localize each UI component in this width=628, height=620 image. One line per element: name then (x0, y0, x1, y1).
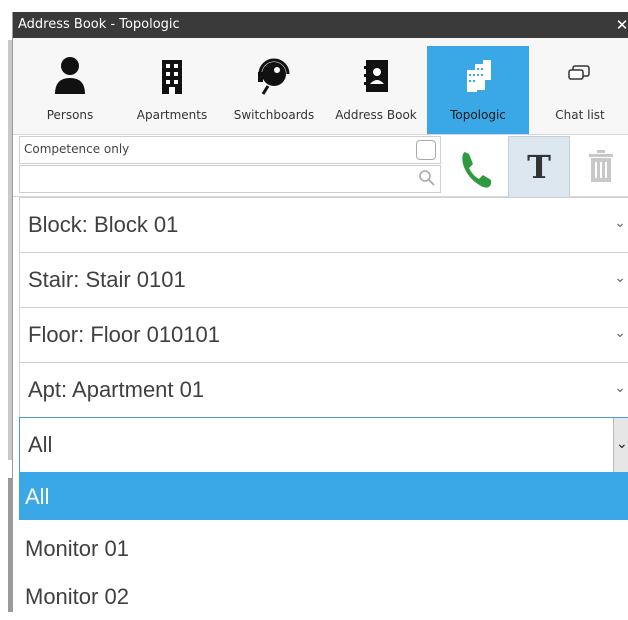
chat-icon (529, 56, 628, 96)
tab-address-book[interactable]: Address Book (325, 46, 427, 134)
stair-select-value: Stair: Stair 0101 (28, 267, 186, 292)
delete-button[interactable] (573, 136, 628, 196)
buildings-icon (427, 56, 529, 96)
address-book-icon (325, 56, 427, 96)
device-options-list: All Monitor 01 Monitor 02 (19, 472, 628, 612)
device-option[interactable]: Monitor 02 (19, 572, 628, 620)
tab-label: Switchboards (233, 108, 315, 122)
search-icon[interactable] (418, 169, 436, 190)
competence-only-field[interactable]: Competence only (19, 136, 441, 164)
block-select-value: Block: Block 01 (28, 212, 179, 237)
call-button[interactable] (445, 142, 505, 196)
device-select[interactable]: All ⌄ (19, 417, 628, 473)
tab-persons[interactable]: Persons (19, 46, 121, 134)
tab-label: Chat list (555, 108, 605, 122)
device-option[interactable]: All (19, 472, 628, 520)
device-option-label: Monitor 01 (25, 536, 129, 561)
building-icon (121, 56, 223, 96)
chevron-down-icon: ⌄ (614, 214, 626, 230)
tab-label: Address Book (335, 108, 417, 122)
headset-icon (223, 56, 325, 96)
chevron-down-icon: ⌄ (614, 379, 626, 395)
device-option-label: Monitor 02 (25, 584, 129, 609)
chevron-down-icon: ⌄ (614, 324, 626, 340)
search-input[interactable] (19, 165, 441, 193)
address-book-window: Address Book - Topologic ✕ Persons Apart… (12, 12, 628, 612)
tab-label: Persons (46, 108, 94, 122)
floor-select-value: Floor: Floor 010101 (28, 322, 220, 347)
dropdown-toggle[interactable]: ⌄ (613, 418, 628, 472)
tab-bar: Persons Apartments Switchboards Address … (13, 38, 628, 135)
block-select[interactable]: Block: Block 01 ⌄ (19, 197, 628, 253)
window-title: Address Book - Topologic (18, 17, 180, 32)
text-mode-button[interactable]: T (508, 136, 570, 198)
apartment-select[interactable]: Apt: Apartment 01 ⌄ (19, 362, 628, 418)
background-window-edge (0, 0, 12, 612)
floor-select[interactable]: Floor: Floor 010101 ⌄ (19, 307, 628, 363)
device-select-value: All (28, 432, 53, 457)
competence-only-label: Competence only (24, 142, 130, 156)
tab-chat-list[interactable]: Chat list (529, 46, 628, 134)
stair-select[interactable]: Stair: Stair 0101 ⌄ (19, 252, 628, 308)
tab-topologic[interactable]: Topologic (427, 46, 529, 134)
title-bar: Address Book - Topologic ✕ (13, 12, 628, 38)
tab-label: Topologic (450, 108, 506, 122)
search-area: Competence only T (13, 134, 628, 198)
tab-switchboards[interactable]: Switchboards (223, 46, 325, 134)
device-option-label: All (25, 484, 50, 509)
text-t-icon: T (527, 148, 551, 186)
tab-apartments[interactable]: Apartments (121, 46, 223, 134)
chevron-down-icon: ⌄ (616, 435, 628, 451)
tab-label: Apartments (136, 108, 208, 122)
chevron-down-icon: ⌄ (614, 269, 626, 285)
close-icon[interactable]: ✕ (615, 12, 628, 38)
competence-only-checkbox[interactable] (416, 140, 436, 160)
device-option[interactable]: Monitor 01 (19, 524, 628, 572)
apartment-select-value: Apt: Apartment 01 (28, 377, 205, 402)
person-icon (19, 56, 121, 96)
